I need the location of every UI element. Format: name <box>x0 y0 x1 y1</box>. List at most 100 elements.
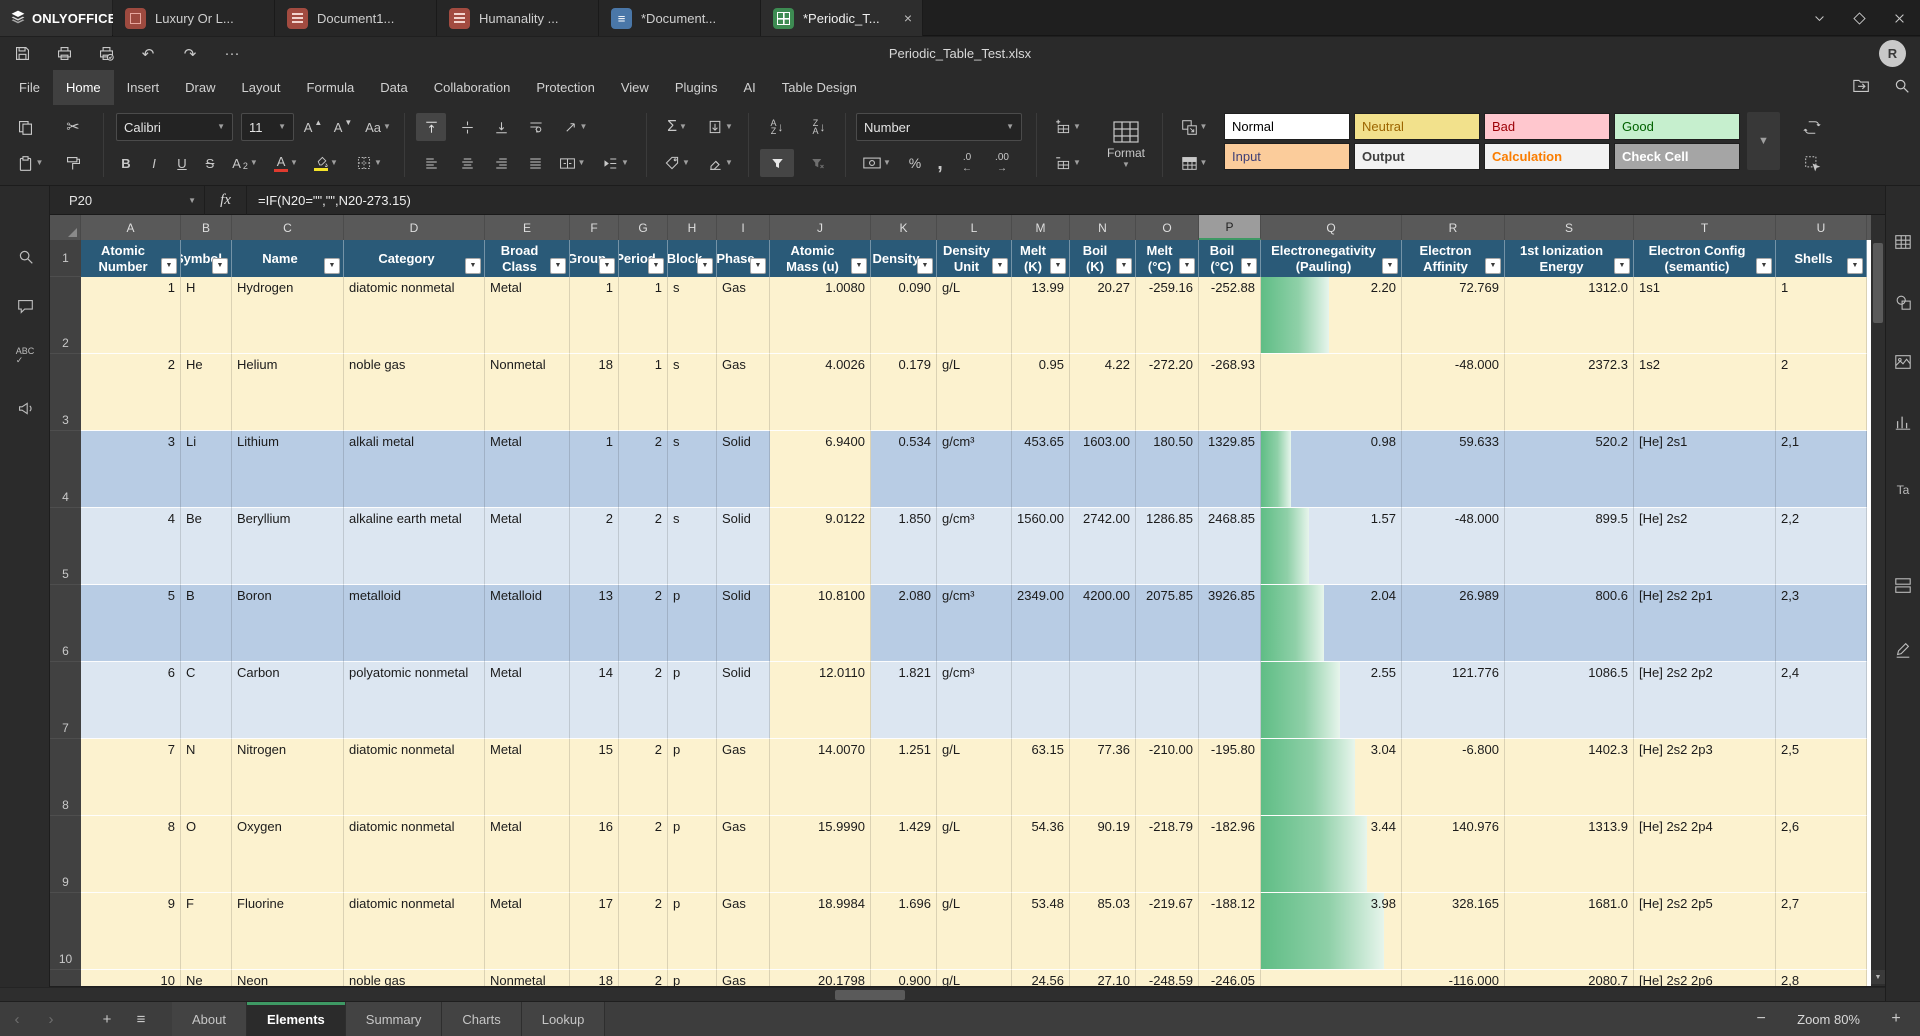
column-header-K[interactable]: K <box>871 215 937 240</box>
cell-A8[interactable]: 7 <box>81 739 181 816</box>
cell-Q7[interactable]: 2.55 <box>1261 662 1402 739</box>
zoom-in-button[interactable]: + <box>1886 1010 1906 1028</box>
paste-button[interactable]: ▼ <box>8 149 52 177</box>
document-tab[interactable]: Luxury Or L... <box>113 0 275 36</box>
cell-L9[interactable]: g/L <box>937 816 1012 893</box>
sort-ascending-button[interactable]: AZ↓ <box>760 113 794 141</box>
document-tab[interactable]: ≡*Document... <box>599 0 761 36</box>
table-header-boil_c[interactable]: Boil (°C)▼ <box>1199 240 1261 277</box>
cell-P6[interactable]: 3926.85 <box>1199 585 1261 662</box>
highlight-color-button[interactable]: ▼ <box>308 149 344 177</box>
onlyoffice-logo[interactable]: ONLYOFFICE <box>0 0 112 36</box>
decrease-decimal-button[interactable]: .0← <box>952 149 982 177</box>
cell-B2[interactable]: H <box>181 277 232 354</box>
cell-O2[interactable]: -259.16 <box>1136 277 1199 354</box>
indent-button[interactable]: ▼ <box>596 149 636 177</box>
cell-O3[interactable]: -272.20 <box>1136 354 1199 431</box>
row-header-5[interactable]: 5 <box>50 508 81 585</box>
column-header-U[interactable]: U <box>1776 215 1867 240</box>
sheet-tab-about[interactable]: About <box>172 1002 247 1036</box>
cell-N3[interactable]: 4.22 <box>1070 354 1136 431</box>
cell-J6[interactable]: 10.8100 <box>770 585 871 662</box>
change-case-button[interactable]: Aa▼ <box>360 113 396 141</box>
font-color-button[interactable]: A▼ <box>268 149 304 177</box>
cell-N11[interactable]: 27.10 <box>1070 970 1136 986</box>
close-tab-icon[interactable]: × <box>902 10 914 26</box>
cell-Q5[interactable]: 1.57 <box>1261 508 1402 585</box>
row-header-2[interactable]: 2 <box>50 277 81 354</box>
cell-K9[interactable]: 1.429 <box>871 816 937 893</box>
cell-B9[interactable]: O <box>181 816 232 893</box>
table-header-shells[interactable]: Shells▼ <box>1776 240 1867 277</box>
column-header-F[interactable]: F <box>570 215 619 240</box>
cell-N10[interactable]: 85.03 <box>1070 893 1136 970</box>
cell-Q9[interactable]: 3.44 <box>1261 816 1402 893</box>
cell-H11[interactable]: p <box>668 970 717 986</box>
menu-tab-plugins[interactable]: Plugins <box>662 70 731 105</box>
cell-G10[interactable]: 2 <box>619 893 668 970</box>
cell-J5[interactable]: 9.0122 <box>770 508 871 585</box>
cell-S2[interactable]: 1312.0 <box>1505 277 1634 354</box>
cell-K6[interactable]: 2.080 <box>871 585 937 662</box>
cell-T9[interactable]: [He] 2s2 2p4 <box>1634 816 1776 893</box>
cell-style-good[interactable]: Good <box>1614 113 1740 140</box>
insert-function-button[interactable]: fx <box>205 186 247 215</box>
sheet-tab-elements[interactable]: Elements <box>247 1002 346 1036</box>
cell-B8[interactable]: N <box>181 739 232 816</box>
row-header-6[interactable]: 6 <box>50 585 81 662</box>
shape-settings-icon[interactable] <box>1891 290 1915 314</box>
cell-A5[interactable]: 4 <box>81 508 181 585</box>
align-left-button[interactable] <box>416 149 446 177</box>
cell-I10[interactable]: Gas <box>717 893 770 970</box>
column-header-Q[interactable]: Q <box>1261 215 1402 240</box>
cell-H10[interactable]: p <box>668 893 717 970</box>
cell-H9[interactable]: p <box>668 816 717 893</box>
cell-I7[interactable]: Solid <box>717 662 770 739</box>
cell-B11[interactable]: Ne <box>181 970 232 986</box>
filter-dropdown-icon[interactable]: ▼ <box>917 258 933 274</box>
cell-K2[interactable]: 0.090 <box>871 277 937 354</box>
cell-I5[interactable]: Solid <box>717 508 770 585</box>
filter-dropdown-icon[interactable]: ▼ <box>1485 258 1501 274</box>
document-tab[interactable]: Document1... <box>275 0 437 36</box>
save-button[interactable] <box>8 41 36 67</box>
row-header-1[interactable]: 1 <box>50 240 81 277</box>
table-header-block[interactable]: Block▼ <box>668 240 717 277</box>
cell-G2[interactable]: 1 <box>619 277 668 354</box>
cell-U11[interactable]: 2,8 <box>1776 970 1867 986</box>
cell-F2[interactable]: 1 <box>570 277 619 354</box>
cell-L5[interactable]: g/cm³ <box>937 508 1012 585</box>
column-header-A[interactable]: A <box>81 215 181 240</box>
insert-cells-button[interactable]: ▼ <box>1048 113 1088 141</box>
italic-button[interactable]: I <box>142 149 166 177</box>
cell-P2[interactable]: -252.88 <box>1199 277 1261 354</box>
cell-J11[interactable]: 20.1798 <box>770 970 871 986</box>
vertical-scrollbar[interactable]: ▼ <box>1871 215 1885 986</box>
cell-N4[interactable]: 1603.00 <box>1070 431 1136 508</box>
cell-J4[interactable]: 6.9400 <box>770 431 871 508</box>
cell-D4[interactable]: alkali metal <box>344 431 485 508</box>
format-as-table-button[interactable]: ▼ <box>1172 149 1216 177</box>
cell-I6[interactable]: Solid <box>717 585 770 662</box>
cell-style-normal[interactable]: Normal <box>1224 113 1350 140</box>
cell-I9[interactable]: Gas <box>717 816 770 893</box>
cell-F8[interactable]: 15 <box>570 739 619 816</box>
cell-Q6[interactable]: 2.04 <box>1261 585 1402 662</box>
cell-T10[interactable]: [He] 2s2 2p5 <box>1634 893 1776 970</box>
cell-D3[interactable]: noble gas <box>344 354 485 431</box>
column-header-D[interactable]: D <box>344 215 485 240</box>
zoom-level-label[interactable]: Zoom 80% <box>1797 1012 1860 1027</box>
cell-S3[interactable]: 2372.3 <box>1505 354 1634 431</box>
cell-A11[interactable]: 10 <box>81 970 181 986</box>
align-justify-button[interactable] <box>520 149 550 177</box>
cell-R9[interactable]: 140.976 <box>1402 816 1505 893</box>
cell-U7[interactable]: 2,4 <box>1776 662 1867 739</box>
fill-down-button[interactable]: ▼ <box>700 113 740 141</box>
restore-window-icon[interactable] <box>1846 5 1872 31</box>
prev-sheet-button[interactable]: ‹ <box>0 1002 34 1036</box>
cell-U4[interactable]: 2,1 <box>1776 431 1867 508</box>
signature-settings-icon[interactable] <box>1891 638 1915 662</box>
cell-F5[interactable]: 2 <box>570 508 619 585</box>
number-format-select[interactable]: Number▼ <box>856 113 1022 141</box>
comments-icon[interactable] <box>13 294 37 318</box>
